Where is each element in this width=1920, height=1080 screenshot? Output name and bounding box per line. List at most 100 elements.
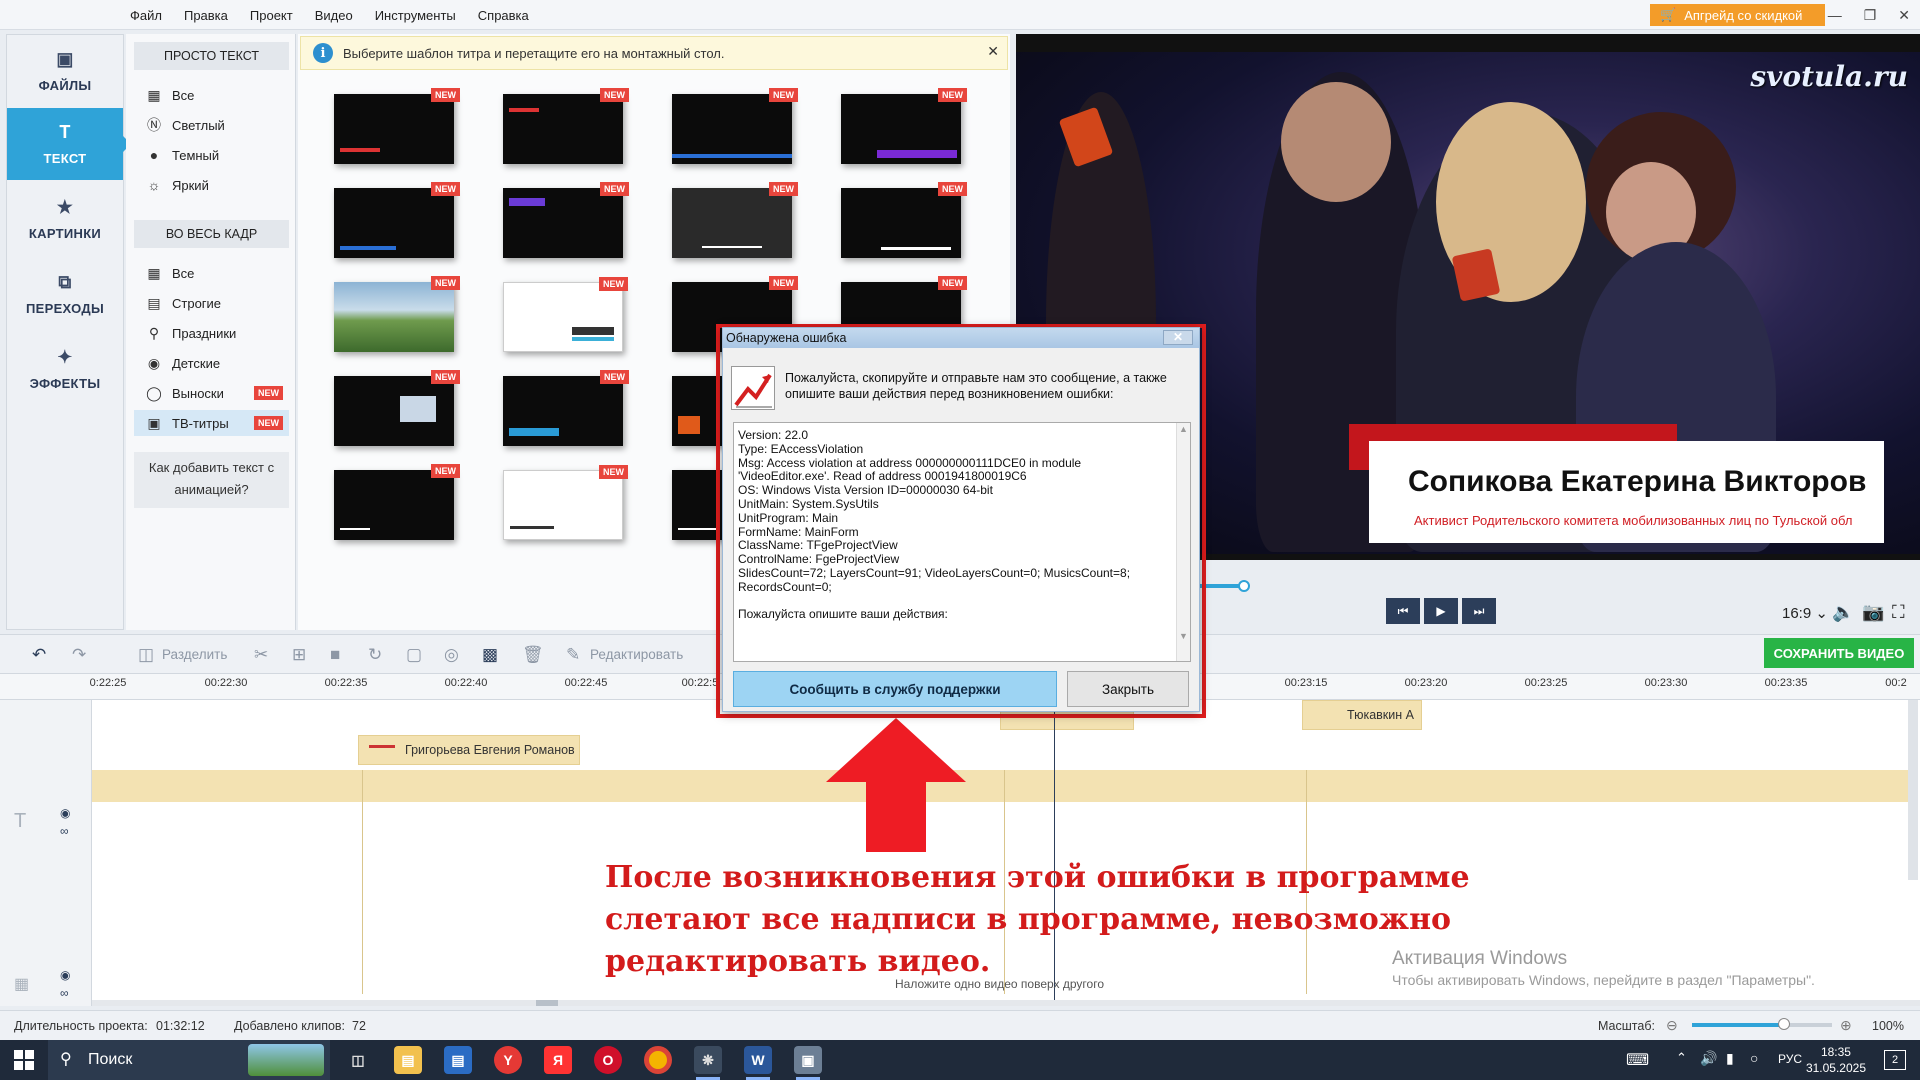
error-details-box[interactable]: Version: 22.0 Type: EAccessViolation Msg… (733, 422, 1191, 662)
category-strict[interactable]: ▤ Строгие (134, 290, 289, 316)
opera-icon[interactable]: O (594, 1046, 622, 1074)
upgrade-button[interactable]: 🛒 Апгрейд со скидкой (1650, 4, 1825, 26)
windows-start-icon[interactable] (14, 1050, 34, 1070)
notification-center[interactable]: 2 (1884, 1050, 1906, 1070)
category-tv-titles[interactable]: ▣ ТВ-титры NEW (134, 410, 289, 436)
menu-file[interactable]: Файл (130, 8, 162, 23)
play-button[interactable]: ▶ (1424, 598, 1458, 624)
category-kids[interactable]: ◉ Детские (134, 350, 289, 376)
template-thumb[interactable]: NEW (503, 370, 629, 446)
category-all[interactable]: ▦ Все (134, 82, 289, 108)
keyboard-icon[interactable]: ⌨ (1626, 1050, 1649, 1070)
close-icon[interactable]: ✕ (1898, 7, 1910, 24)
title-track-band[interactable] (92, 770, 1910, 802)
save-video-button[interactable]: СОХРАНИТЬ ВИДЕО (1764, 638, 1914, 668)
link-icon[interactable]: ∞ (60, 986, 69, 1000)
stabilize-icon[interactable]: ◎ (444, 645, 459, 665)
nav-effects[interactable]: ✦ ЭФФЕКТЫ (7, 333, 123, 405)
template-thumb[interactable]: NEW (503, 182, 629, 258)
store-icon[interactable]: ▤ (444, 1046, 472, 1074)
dialog-close-icon[interactable]: ✕ (1163, 330, 1193, 345)
task-view-icon[interactable]: ◫ (344, 1046, 372, 1074)
split-button[interactable]: Разделить (162, 647, 227, 662)
zoom-in-icon[interactable]: ⊕ (1840, 1017, 1852, 1034)
close-button[interactable]: Закрыть (1067, 671, 1189, 707)
speaker-icon[interactable]: 🔊 (1700, 1050, 1717, 1067)
category-callouts[interactable]: ◯ Выноски NEW (134, 380, 289, 406)
zoom-slider-handle[interactable] (1778, 1018, 1790, 1030)
rotate-icon[interactable]: ↻ (368, 645, 382, 665)
battery-icon[interactable]: ▮ (1726, 1050, 1734, 1067)
template-thumb[interactable]: NEW (334, 464, 460, 540)
template-thumb[interactable]: NEW (503, 465, 628, 540)
menu-edit[interactable]: Правка (184, 8, 228, 23)
menu-video[interactable]: Видео (315, 8, 353, 23)
fullscreen-icon[interactable]: ⛶ (1892, 602, 1905, 623)
yandex-browser-icon[interactable]: Y (494, 1046, 522, 1074)
nav-transitions[interactable]: ⧉ ПЕРЕХОДЫ (7, 258, 123, 330)
category-holidays[interactable]: ⚲ Праздники (134, 320, 289, 346)
eye-icon[interactable]: ◉ (60, 968, 70, 982)
vertical-scrollbar[interactable] (1908, 700, 1918, 880)
scissors-icon[interactable]: ✂ (254, 645, 268, 665)
delete-icon[interactable]: 🗑 (522, 645, 544, 665)
prev-frame-button[interactable]: ⏮ (1386, 598, 1420, 624)
template-thumb[interactable]: NEW (503, 88, 629, 164)
yandex-icon[interactable]: Я (544, 1046, 572, 1074)
template-thumb[interactable]: NEW (334, 182, 460, 258)
chevron-up-icon[interactable]: ⌃ (1676, 1050, 1687, 1066)
zoom-region-icon[interactable]: ▢ (406, 645, 422, 665)
title-clip[interactable]: Тюкавкин А (1302, 700, 1422, 730)
redo-icon[interactable]: ↷ (72, 645, 86, 665)
aspect-ratio-select[interactable]: 16:9 ⌄ (1782, 604, 1828, 622)
playback-handle[interactable] (1238, 580, 1250, 592)
template-thumb[interactable]: NEW (672, 88, 798, 164)
template-thumb[interactable]: NEW (841, 88, 967, 164)
menu-tools[interactable]: Инструменты (375, 8, 456, 23)
add-frame-icon[interactable]: ▩ (482, 645, 498, 665)
template-thumb[interactable]: NEW (841, 182, 967, 258)
app-window-icon[interactable]: ▣ (794, 1046, 822, 1074)
undo-icon[interactable]: ↶ (32, 645, 46, 665)
crop-icon[interactable]: ⊞ (292, 645, 306, 665)
category-dark[interactable]: ● Темный (134, 142, 289, 168)
template-thumb[interactable]: NEW (672, 182, 798, 258)
system-clock[interactable]: 18:35 31.05.2025 (1806, 1044, 1866, 1076)
file-explorer-icon[interactable]: ▤ (394, 1046, 422, 1074)
video-editor-icon[interactable]: ❋ (694, 1046, 722, 1074)
lower-third-title[interactable]: Сопикова Екатерина Викторов Активист Род… (1369, 441, 1884, 543)
word-icon[interactable]: W (744, 1046, 772, 1074)
link-icon[interactable]: ∞ (60, 824, 69, 838)
stop-icon[interactable]: ■ (330, 645, 340, 665)
howto-link[interactable]: Как добавить текст с анимацией? (134, 452, 289, 508)
title-clip[interactable]: Григорьева Евгения Романов (358, 735, 580, 765)
nav-text[interactable]: T ТЕКСТ (7, 108, 131, 180)
nav-pictures[interactable]: ★ КАРТИНКИ (7, 183, 123, 255)
menu-project[interactable]: Проект (250, 8, 293, 23)
details-scrollbar[interactable]: ▲ ▼ (1176, 423, 1190, 661)
zoom-out-icon[interactable]: ⊖ (1666, 1017, 1678, 1034)
network-icon[interactable]: ○ (1750, 1050, 1758, 1066)
template-thumb[interactable]: NEW (334, 276, 460, 352)
edit-button[interactable]: Редактировать (590, 647, 683, 662)
language-indicator[interactable]: РУС (1778, 1052, 1802, 1066)
minimize-icon[interactable]: — (1828, 7, 1842, 23)
camera-icon[interactable]: 📷 (1862, 602, 1884, 623)
menu-help[interactable]: Справка (478, 8, 529, 23)
category-bright[interactable]: ☼ Яркий (134, 172, 289, 198)
template-thumb[interactable]: NEW (503, 277, 628, 352)
volume-icon[interactable]: 🔈 (1832, 602, 1854, 623)
horizontal-scrollbar[interactable] (92, 1000, 1920, 1006)
scroll-thumb[interactable] (536, 1000, 558, 1006)
category-all-fullframe[interactable]: ▦ Все (134, 260, 289, 286)
report-support-button[interactable]: Сообщить в службу поддержки (733, 671, 1057, 707)
nav-files[interactable]: ▣ ФАЙЛЫ (7, 35, 123, 107)
template-thumb[interactable]: NEW (334, 88, 460, 164)
eye-icon[interactable]: ◉ (60, 806, 70, 820)
restore-icon[interactable]: ❐ (1864, 7, 1877, 24)
next-frame-button[interactable]: ⏭ (1462, 598, 1496, 624)
category-light[interactable]: Ⓝ Светлый (134, 112, 289, 138)
chrome-icon[interactable] (644, 1046, 672, 1074)
template-thumb[interactable]: NEW (334, 370, 460, 446)
info-close-icon[interactable]: ✕ (987, 43, 999, 60)
